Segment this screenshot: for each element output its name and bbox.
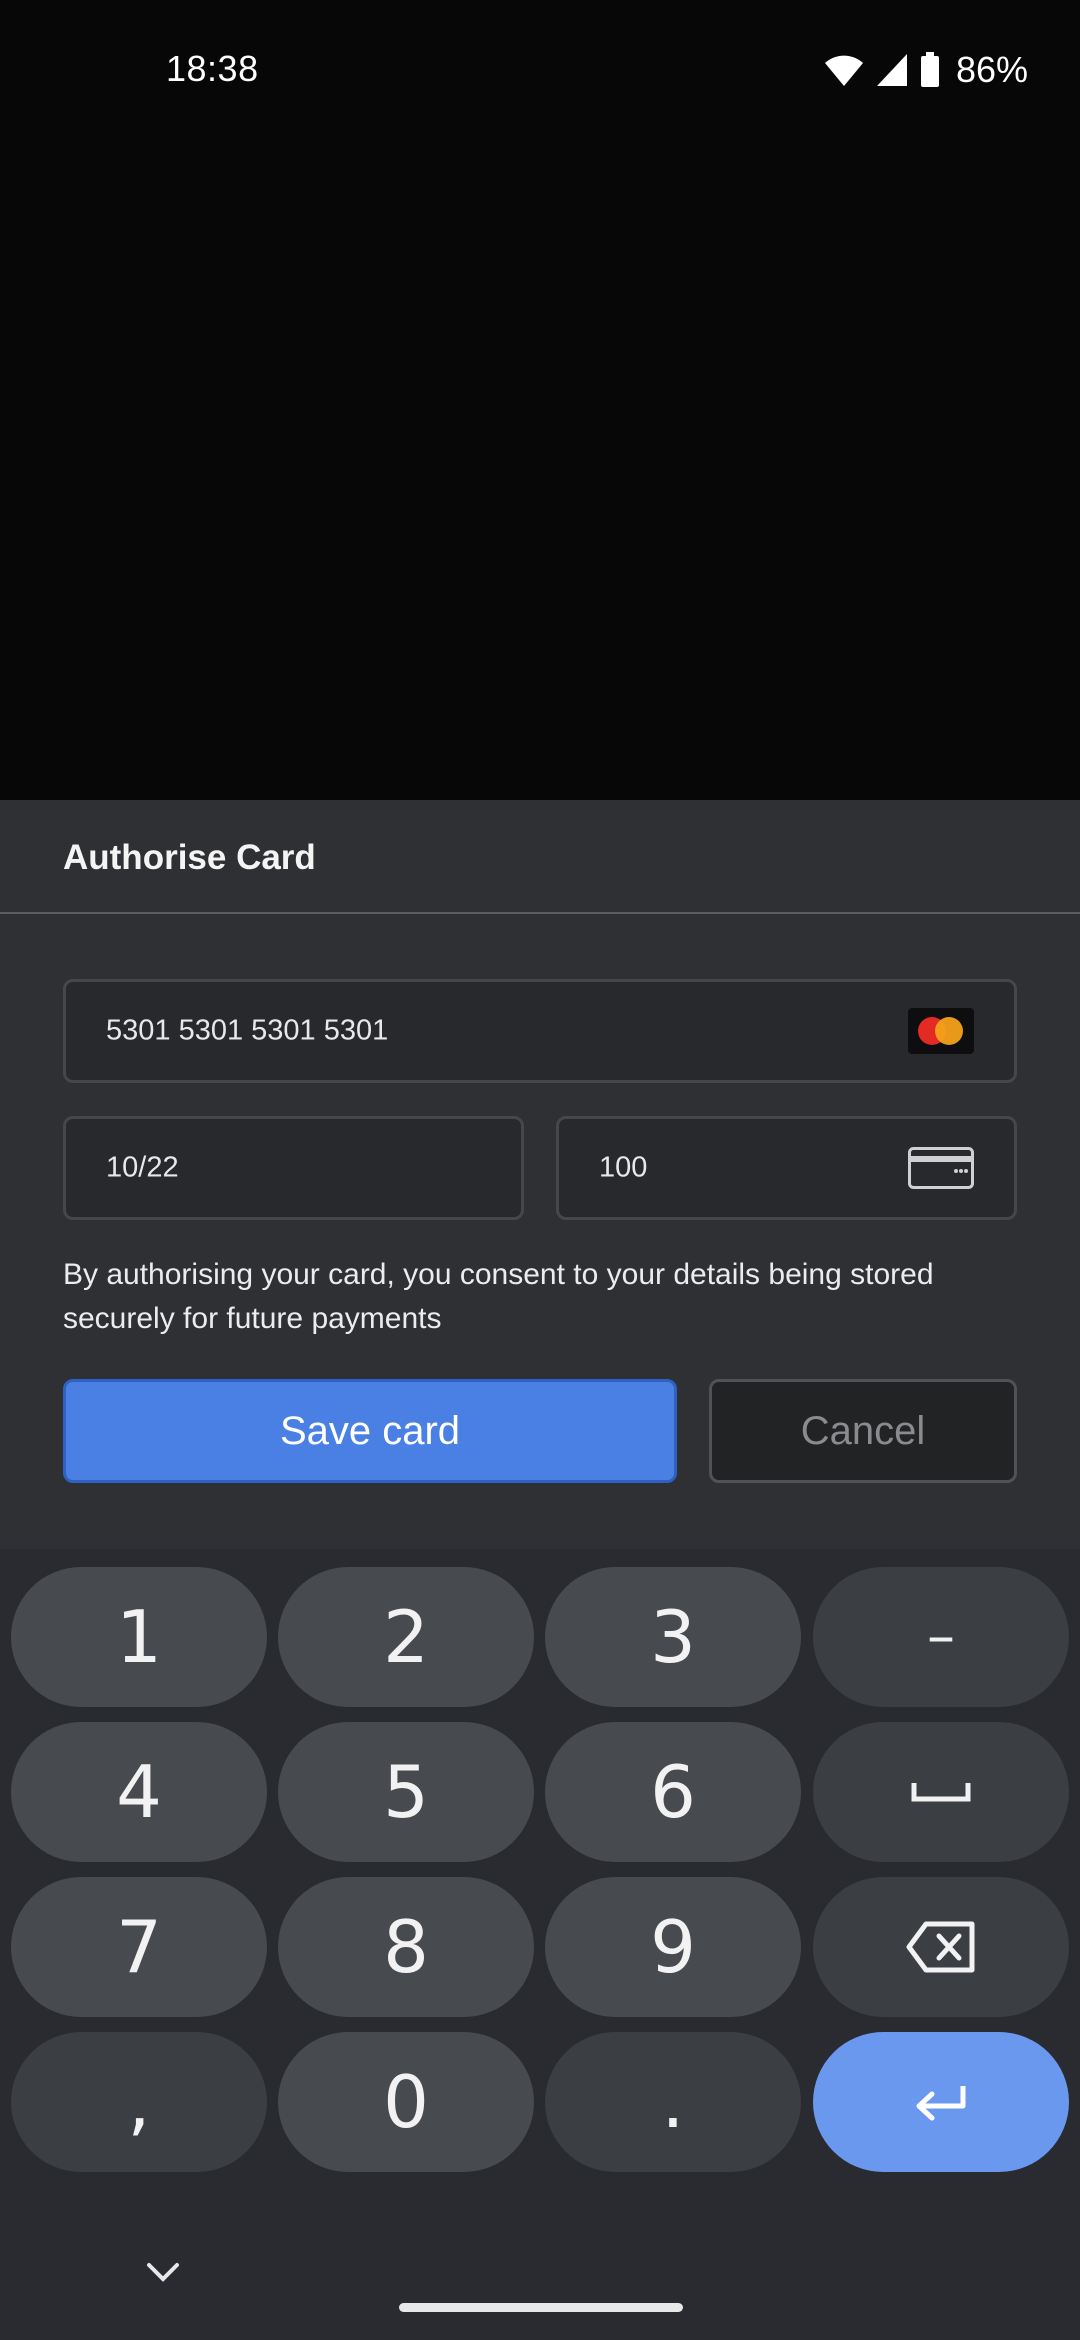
key-7[interactable]: 7 (11, 1877, 267, 2017)
key-period[interactable]: . (545, 2032, 801, 2172)
key-comma-label: , (127, 2060, 151, 2144)
signal-icon (876, 54, 907, 86)
key-6[interactable]: 6 (545, 1722, 801, 1862)
card-number-value: 5301 5301 5301 5301 (106, 1014, 389, 1047)
key-8-label: 8 (383, 1905, 429, 1989)
space-icon (911, 1783, 971, 1802)
numeric-keyboard: 1 2 3 – 4 5 6 7 8 9 , 0 . (0, 1549, 1080, 2340)
chevron-down-icon[interactable] (144, 2260, 182, 2284)
expiry-value: 10/22 (106, 1151, 179, 1184)
key-2[interactable]: 2 (278, 1567, 534, 1707)
enter-key[interactable] (813, 2032, 1069, 2172)
card-number-field[interactable]: 5301 5301 5301 5301 (63, 979, 1017, 1083)
card-back-icon (908, 1147, 974, 1189)
key-7-label: 7 (116, 1905, 162, 1989)
key-comma[interactable]: , (11, 2032, 267, 2172)
status-bar: 18:38 86% (0, 0, 1080, 140)
key-0-label: 0 (383, 2060, 429, 2144)
battery-percent: 86% (955, 49, 1028, 90)
consent-text: By authorising your card, you consent to… (63, 1258, 934, 1335)
key-9-label: 9 (650, 1905, 696, 1989)
status-icons: 86% (824, 48, 1028, 92)
sheet-header: Authorise Card (0, 800, 1080, 914)
cancel-button[interactable]: Cancel (709, 1379, 1017, 1483)
cvc-value: 100 (599, 1151, 648, 1184)
backspace-icon (906, 1921, 975, 1973)
key-5-label: 5 (383, 1750, 429, 1834)
key-3[interactable]: 3 (545, 1567, 801, 1707)
wifi-icon (824, 55, 863, 86)
key-6-label: 6 (650, 1750, 696, 1834)
key-dash[interactable]: – (813, 1567, 1069, 1707)
key-2-label: 2 (383, 1595, 429, 1679)
key-9[interactable]: 9 (545, 1877, 801, 2017)
key-4[interactable]: 4 (11, 1722, 267, 1862)
key-1-label: 1 (116, 1595, 162, 1679)
home-indicator[interactable] (399, 2303, 683, 2312)
key-0[interactable]: 0 (278, 2032, 534, 2172)
key-4-label: 4 (116, 1750, 162, 1834)
key-dash-label: – (927, 1604, 955, 1669)
key-period-label: . (661, 2060, 685, 2144)
save-card-button[interactable]: Save card (63, 1379, 677, 1483)
key-3-label: 3 (650, 1595, 696, 1679)
key-8[interactable]: 8 (278, 1877, 534, 2017)
enter-icon (916, 2086, 966, 2121)
mastercard-icon (908, 1008, 974, 1054)
battery-icon (920, 52, 939, 87)
expiry-field[interactable]: 10/22 (63, 1116, 524, 1220)
sheet-title: Authorise Card (63, 838, 316, 877)
key-space[interactable] (813, 1722, 1069, 1862)
status-time: 18:38 (166, 48, 259, 89)
cvc-field[interactable]: 100 (556, 1116, 1017, 1220)
key-backspace[interactable] (813, 1877, 1069, 2017)
key-5[interactable]: 5 (278, 1722, 534, 1862)
key-1[interactable]: 1 (11, 1567, 267, 1707)
